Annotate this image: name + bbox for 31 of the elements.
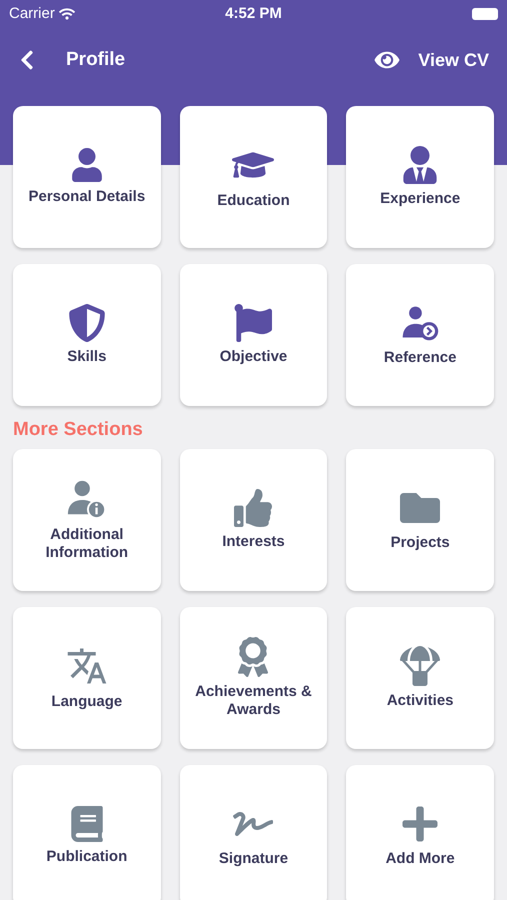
section-title: More Sections bbox=[13, 420, 144, 439]
section-card[interactable]: Interests bbox=[180, 449, 328, 591]
wifi-icon bbox=[58, 6, 75, 22]
section-card[interactable]: Projects bbox=[346, 449, 494, 591]
section-card[interactable]: Education bbox=[180, 106, 328, 248]
section-card[interactable]: Activities bbox=[346, 607, 494, 749]
section-card[interactable]: Reference bbox=[346, 264, 494, 406]
plus-icon bbox=[400, 804, 440, 844]
section-card[interactable]: Publication bbox=[13, 765, 161, 900]
section-card[interactable]: Achievements & Awards bbox=[180, 607, 328, 749]
shield-icon bbox=[68, 304, 106, 342]
person-icon bbox=[70, 148, 104, 182]
eye-icon bbox=[374, 49, 400, 71]
section-card[interactable]: Skills bbox=[13, 264, 161, 406]
section-card[interactable]: Experience bbox=[346, 106, 494, 248]
section-card[interactable]: Additional Information bbox=[13, 449, 161, 591]
section-card[interactable]: Personal Details bbox=[13, 106, 161, 248]
flag-icon bbox=[234, 304, 272, 342]
person-in-suit-icon bbox=[401, 146, 440, 184]
battery-icon bbox=[472, 8, 498, 20]
carrier-label: Carrier bbox=[9, 4, 55, 24]
section-card[interactable]: Add More bbox=[346, 765, 494, 900]
page-title: Profile bbox=[66, 48, 126, 72]
section-card[interactable]: Objective bbox=[180, 264, 328, 406]
section-card[interactable]: Signature bbox=[180, 765, 328, 900]
view-cv-button[interactable]: View CV bbox=[374, 46, 489, 74]
book-icon bbox=[68, 806, 105, 842]
status-time: 4:52 PM bbox=[225, 4, 282, 24]
thumbs-up-icon bbox=[234, 489, 272, 527]
section-card[interactable]: Language bbox=[13, 607, 161, 749]
parachute-icon bbox=[400, 646, 440, 686]
